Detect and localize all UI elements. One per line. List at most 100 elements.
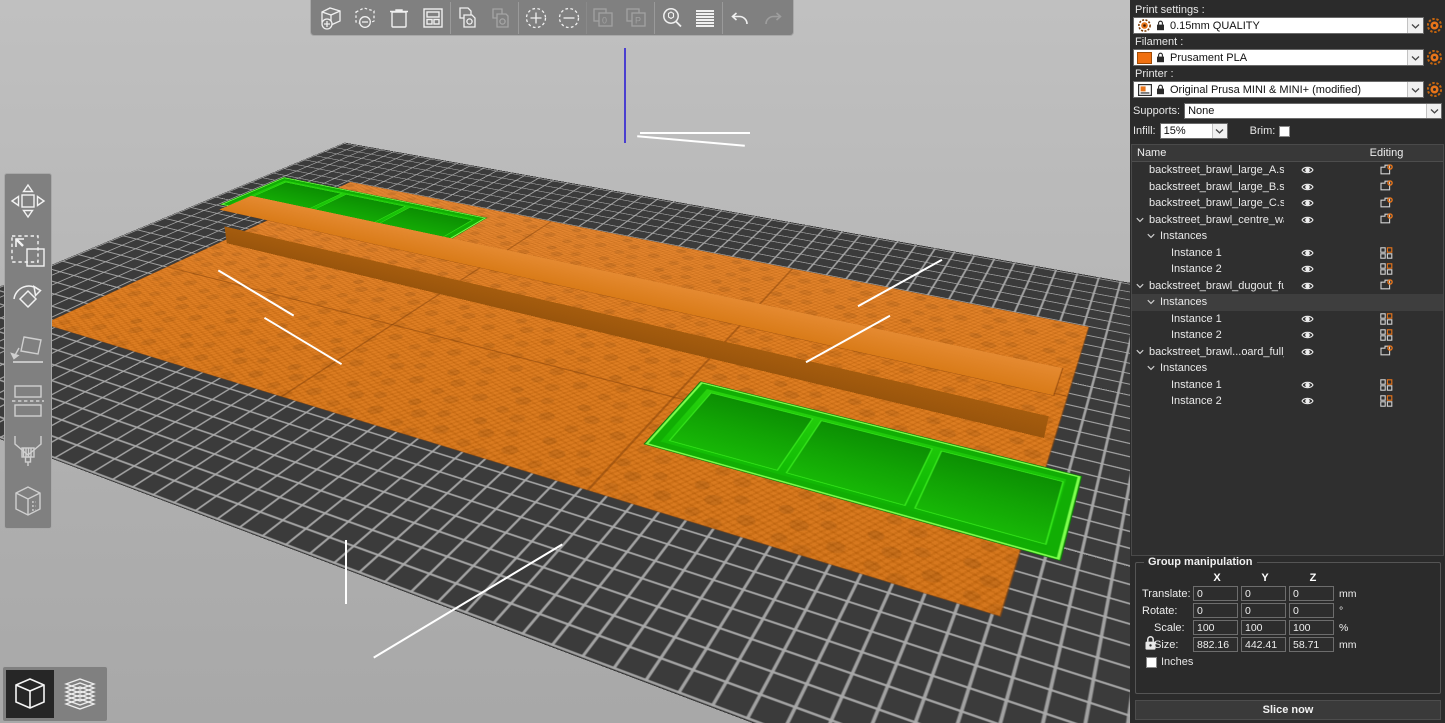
eye-icon[interactable] [1284, 264, 1330, 274]
chevron-down-icon[interactable] [1426, 104, 1441, 118]
chevron-down-icon[interactable] [1407, 18, 1423, 33]
eye-icon[interactable] [1284, 347, 1330, 357]
variable-layer-height-icon[interactable] [688, 2, 722, 34]
edit-print-settings-cog-icon[interactable] [1427, 18, 1442, 33]
eye-icon[interactable] [1284, 215, 1330, 225]
object-list-header: Name Editing [1132, 145, 1443, 162]
filament-combo[interactable]: Prusament PLA [1133, 49, 1424, 66]
field-scale-y[interactable]: 100 [1241, 620, 1286, 635]
instances-icon[interactable] [1330, 313, 1443, 325]
field-rotate-x[interactable]: 0 [1193, 603, 1238, 618]
remove-instance-icon[interactable] [552, 2, 586, 34]
add-icon[interactable] [314, 2, 348, 34]
instances-icon[interactable] [1330, 379, 1443, 391]
field-size-x[interactable]: 882.16 [1193, 637, 1238, 652]
printer-combo[interactable]: Original Prusa MINI & MINI+ (modified) [1133, 81, 1424, 98]
eye-icon[interactable] [1284, 314, 1330, 324]
object-list-row[interactable]: backstreet_brawl_dugout_full.stl [1132, 278, 1443, 295]
instances-icon[interactable] [1330, 263, 1443, 275]
chevron-down-icon[interactable] [1212, 124, 1227, 138]
object-settings-icon[interactable] [1330, 197, 1443, 210]
uniform-scale-lock-icon[interactable] [1144, 635, 1157, 651]
3d-viewport[interactable] [0, 0, 1130, 723]
3d-scene[interactable] [0, 0, 1130, 723]
object-list-row[interactable]: Instance 1 [1132, 245, 1443, 262]
object-list[interactable]: Name Editing backstreet_brawl_large_A.st… [1131, 144, 1444, 556]
delete-all-icon[interactable] [382, 2, 416, 34]
undo-icon[interactable] [722, 2, 756, 34]
eye-icon[interactable] [1284, 380, 1330, 390]
chevron-down-icon[interactable] [1134, 283, 1145, 289]
field-size-y[interactable]: 442.41 [1241, 637, 1286, 652]
object-list-row[interactable]: backstreet_brawl_large_C.stl [1132, 195, 1443, 212]
field-scale-z[interactable]: 100 [1289, 620, 1334, 635]
axis-header-y: Y [1241, 572, 1289, 584]
chevron-down-icon[interactable] [1407, 82, 1423, 97]
field-translate-z[interactable]: 0 [1289, 586, 1334, 601]
scale-gizmo-icon[interactable] [5, 226, 51, 276]
move-gizmo-icon[interactable] [5, 176, 51, 226]
object-list-row[interactable]: backstreet_brawl_centre_wall.stl [1132, 212, 1443, 229]
chevron-down-icon[interactable] [1407, 50, 1423, 65]
edit-filament-settings-cog-icon[interactable] [1427, 50, 1442, 65]
object-settings-icon[interactable] [1330, 345, 1443, 358]
chevron-down-icon[interactable] [1145, 365, 1156, 371]
preview-view-button[interactable] [56, 670, 104, 718]
field-translate-y[interactable]: 0 [1241, 586, 1286, 601]
object-settings-icon[interactable] [1330, 213, 1443, 226]
object-list-row[interactable]: backstreet_brawl_large_A.stl [1132, 162, 1443, 179]
eye-icon[interactable] [1284, 198, 1330, 208]
object-list-row[interactable]: backstreet_brawl_large_B.stl [1132, 179, 1443, 196]
eye-icon[interactable] [1284, 281, 1330, 291]
chevron-down-icon[interactable] [1134, 349, 1145, 355]
chevron-down-icon[interactable] [1134, 217, 1145, 223]
object-list-row[interactable]: Instance 2 [1132, 393, 1443, 410]
search-icon[interactable] [654, 2, 688, 34]
object-list-row[interactable]: Instance 1 [1132, 311, 1443, 328]
seam-painting-gizmo-icon[interactable] [5, 476, 51, 526]
rotate-gizmo-icon[interactable] [5, 276, 51, 326]
object-list-row[interactable]: Instances [1132, 228, 1443, 245]
object-list-row[interactable]: Instance 2 [1132, 327, 1443, 344]
object-settings-icon[interactable] [1330, 164, 1443, 177]
object-list-row[interactable]: Instance 1 [1132, 377, 1443, 394]
eye-icon[interactable] [1284, 396, 1330, 406]
eye-icon[interactable] [1284, 330, 1330, 340]
supports-combo[interactable]: None [1184, 103, 1442, 119]
eye-icon[interactable] [1284, 182, 1330, 192]
editor-view-button[interactable] [6, 670, 54, 718]
field-size-z[interactable]: 58.71 [1289, 637, 1334, 652]
model-group[interactable] [0, 143, 1130, 723]
edit-printer-settings-cog-icon[interactable] [1427, 82, 1442, 97]
brim-checkbox[interactable] [1279, 126, 1290, 137]
instances-icon[interactable] [1330, 395, 1443, 407]
object-settings-icon[interactable] [1330, 180, 1443, 193]
delete-icon[interactable] [348, 2, 382, 34]
object-list-row[interactable]: backstreet_brawl...oard_full_02.stl [1132, 344, 1443, 361]
inches-checkbox[interactable] [1146, 657, 1157, 668]
copy-icon[interactable] [450, 2, 484, 34]
print-settings-combo[interactable]: 0.15mm QUALITY [1133, 17, 1424, 34]
paint-support-gizmo-icon[interactable] [5, 426, 51, 476]
infill-combo[interactable]: 15% [1160, 123, 1228, 139]
print-settings-preset-icon [1137, 19, 1152, 32]
instances-icon[interactable] [1330, 329, 1443, 341]
object-settings-icon[interactable] [1330, 279, 1443, 292]
object-list-row[interactable]: Instances [1132, 360, 1443, 377]
field-scale-x[interactable]: 100 [1193, 620, 1238, 635]
chevron-down-icon[interactable] [1145, 233, 1156, 239]
field-rotate-y[interactable]: 0 [1241, 603, 1286, 618]
field-rotate-z[interactable]: 0 [1289, 603, 1334, 618]
object-list-row[interactable]: Instances [1132, 294, 1443, 311]
eye-icon[interactable] [1284, 248, 1330, 258]
chevron-down-icon[interactable] [1145, 299, 1156, 305]
place-on-face-gizmo-icon[interactable] [5, 326, 51, 376]
object-list-row[interactable]: Instance 2 [1132, 261, 1443, 278]
slice-now-button[interactable]: Slice now [1135, 700, 1441, 720]
arrange-icon[interactable] [416, 2, 450, 34]
field-translate-x[interactable]: 0 [1193, 586, 1238, 601]
eye-icon[interactable] [1284, 165, 1330, 175]
instances-icon[interactable] [1330, 247, 1443, 259]
add-instance-icon[interactable] [518, 2, 552, 34]
cut-gizmo-icon[interactable] [5, 376, 51, 426]
